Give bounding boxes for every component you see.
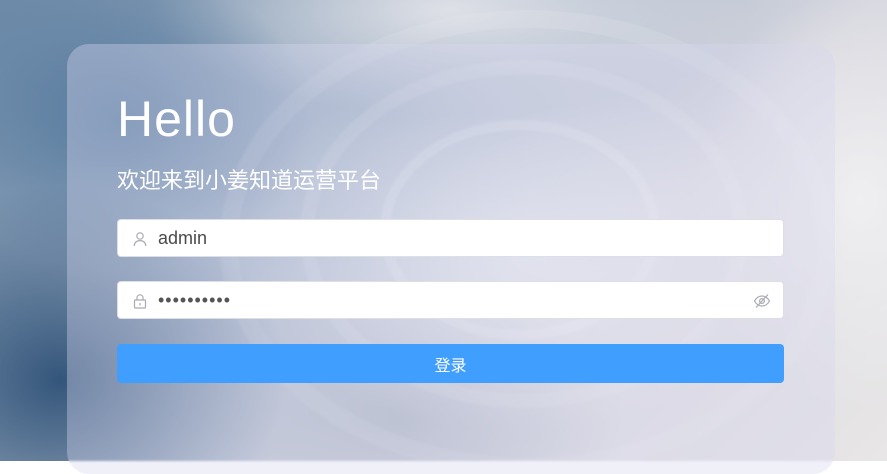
username-field[interactable]	[117, 219, 784, 257]
password-field[interactable]	[117, 281, 784, 319]
username-input[interactable]	[158, 220, 748, 256]
password-input[interactable]	[158, 282, 748, 318]
eye-off-icon[interactable]	[753, 293, 771, 309]
login-subtitle: 欢迎来到小姜知道运营平台	[117, 169, 382, 194]
login-title: Hello	[117, 91, 236, 147]
lock-icon	[133, 294, 147, 309]
user-icon	[133, 232, 147, 247]
login-button[interactable]: 登录	[117, 344, 784, 383]
